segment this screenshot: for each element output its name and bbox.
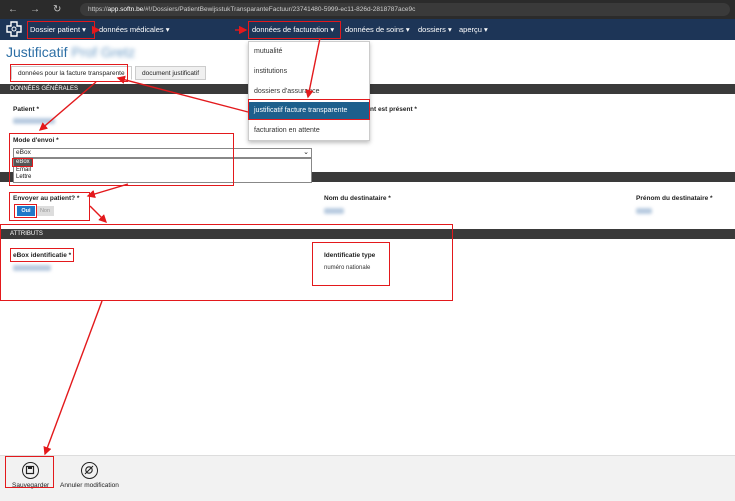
annotation-box-dossier: [27, 21, 95, 39]
annotation-box-ebox-id: [10, 248, 74, 262]
recipient-first-label: Prénom du destinataire *: [636, 195, 713, 202]
cancel-button[interactable]: Annuler modification: [60, 482, 119, 489]
recipient-name-value: [324, 208, 344, 214]
forward-icon[interactable]: →: [30, 4, 40, 15]
browser-toolbar: ← → ↻ https://app.softn.be/#!/Dossiers/P…: [0, 0, 735, 19]
nav-donnees-medicales[interactable]: données médicales ▾: [99, 23, 169, 36]
annotation-box-justificatif: [248, 99, 370, 120]
annotation-box-oui: [14, 204, 37, 218]
tab-document-justificatif[interactable]: document justificatif: [135, 66, 207, 80]
url-prefix: https://: [88, 6, 108, 13]
url-host: app.softn.be: [107, 6, 144, 13]
annotation-box-mode: [9, 133, 234, 186]
menu-item-institutions[interactable]: institutions: [249, 63, 369, 81]
present-label: nt est présent *: [370, 106, 417, 113]
nav-apercu[interactable]: aperçu ▾: [459, 23, 488, 36]
annotation-box-facturation: [248, 21, 341, 39]
menu-item-facturation-attente[interactable]: facturation en attente: [249, 122, 369, 140]
reload-icon[interactable]: ↻: [53, 4, 61, 15]
nav-dossiers[interactable]: dossiers ▾: [418, 23, 452, 36]
patient-value: [13, 118, 55, 124]
page-title: Justificatif Prof Gretz: [6, 44, 135, 60]
app-logo-icon[interactable]: [5, 21, 23, 38]
page-title-patient: Prof Gretz: [71, 44, 136, 60]
menu-item-mutualite[interactable]: mutualité: [249, 43, 369, 61]
annotation-box-id-type: [312, 242, 390, 286]
url-bar[interactable]: https://app.softn.be/#!/Dossiers/Patient…: [80, 3, 730, 16]
recipient-name-label: Nom du destinataire *: [324, 195, 391, 202]
recipient-first-value: [636, 208, 652, 214]
app-navbar: Dossier patient ▾ données médicales ▾ do…: [0, 19, 735, 40]
annotation-box-tab: [10, 64, 128, 82]
chevron-down-icon: ⌄: [303, 149, 309, 156]
url-path: /#!/Dossiers/PatientBewijsstukTransparan…: [143, 6, 416, 13]
page-title-text: Justificatif: [6, 44, 68, 60]
bottom-action-bar: Sauvegarder Annuler modification: [0, 455, 735, 501]
patient-label: Patient *: [13, 106, 40, 113]
nav-donnees-soins[interactable]: données de soins ▾: [345, 23, 410, 36]
annotation-box-ebox-option: [12, 158, 33, 167]
annotation-box-save: [5, 456, 54, 488]
back-icon[interactable]: ←: [8, 4, 18, 15]
facturation-menu: mutualité institutions dossiers d'assura…: [248, 41, 370, 141]
cancel-icon[interactable]: [81, 462, 98, 479]
